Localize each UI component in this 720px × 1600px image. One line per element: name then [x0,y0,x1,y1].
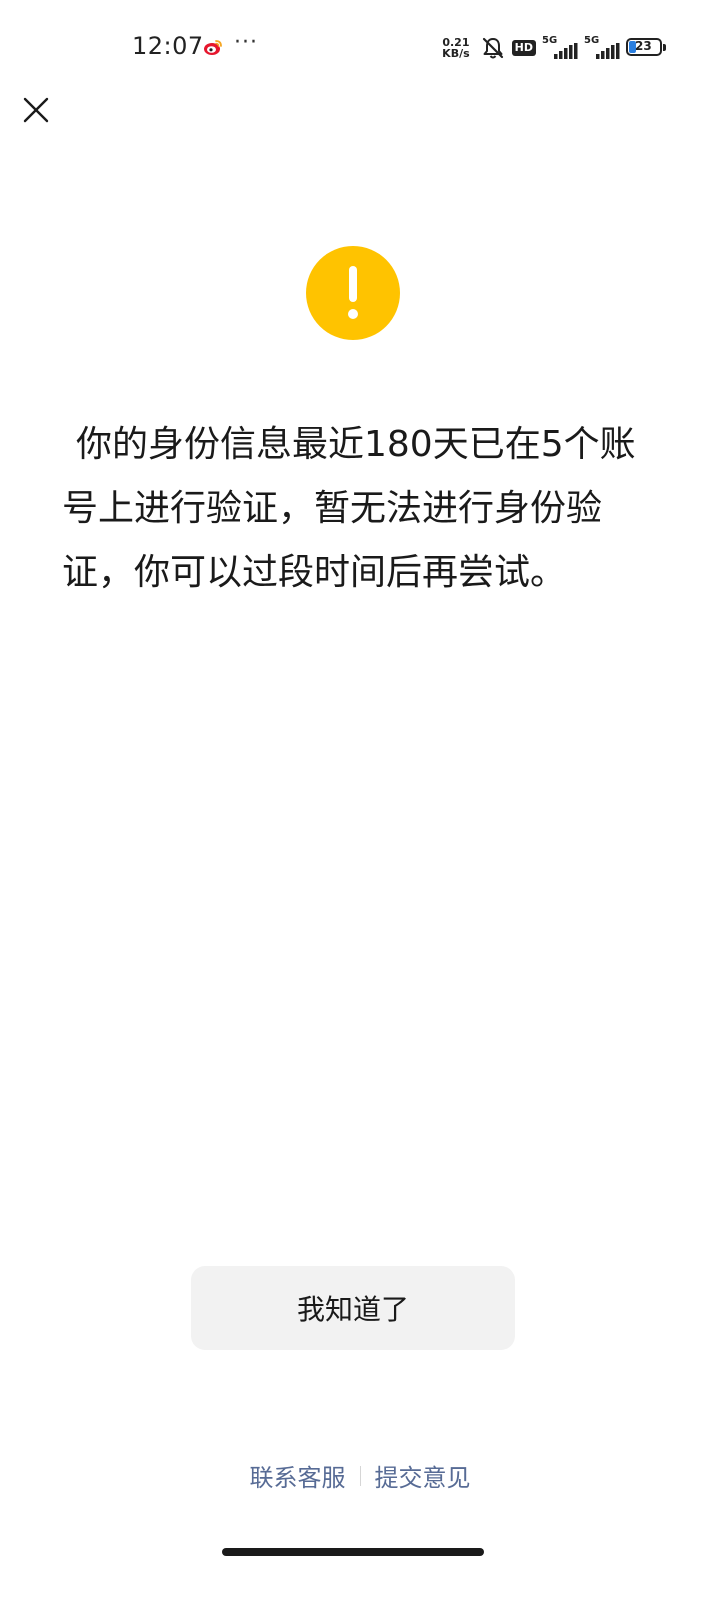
verification-message: 你的身份信息最近180天已在5个账号上进行验证，暂无法进行身份验证，你可以过段时… [62,424,636,593]
bell-muted-icon [480,36,506,60]
signal-5g-sim1: 5G [542,35,578,59]
battery-tip [663,44,666,51]
contact-support-link[interactable]: 联系客服 [250,1458,346,1493]
status-bar: 12:07 ··· 0.21 KB/s HD 5G 5G 23 [0,0,720,96]
weibo-icon [203,38,223,56]
submit-feedback-link[interactable]: 提交意见 [375,1458,471,1493]
signal-bars-icon [554,43,578,59]
footer-links: 联系客服 提交意见 [0,1458,720,1493]
network-speed: 0.21 KB/s [442,37,469,59]
got-it-button[interactable]: 我知道了 [191,1266,515,1350]
warning-icon [306,246,400,340]
close-icon [23,97,49,123]
battery-level: 23 [635,39,652,53]
status-indicators: 0.21 KB/s HD 5G 5G 23 [442,32,668,64]
signal-bars-icon [596,43,620,59]
close-button[interactable] [16,90,56,130]
network-speed-unit: KB/s [442,47,470,60]
hd-voice-icon: HD [511,40,536,56]
home-indicator[interactable] [222,1548,484,1556]
status-time: 12:07 [132,32,204,60]
battery-icon: 23 [626,38,668,58]
more-notifications-icon: ··· [234,30,258,55]
signal-5g-sim2: 5G [584,35,620,59]
footer-divider [359,1465,361,1486]
